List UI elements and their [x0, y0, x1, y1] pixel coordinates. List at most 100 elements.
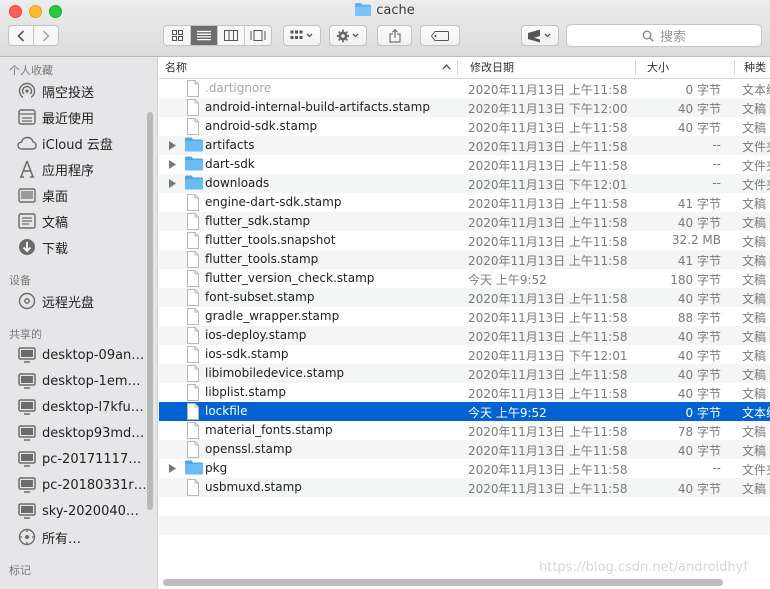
- sidebar-item-shared-computer[interactable]: desktop-1em…: [17, 369, 149, 393]
- sidebar-item-label: desktop-09an…: [42, 347, 145, 363]
- sidebar-item-recents[interactable]: 最近使用: [17, 105, 149, 129]
- sidebar-item-remote-disc[interactable]: 远程光盘: [17, 289, 149, 313]
- sidebar-scrollbar[interactable]: [147, 112, 153, 510]
- file-row[interactable]: font-subset.stamp 2020年11月13日 上午11:58 40 字…: [159, 288, 770, 307]
- folder-row[interactable]: artifacts 2020年11月13日 上午11:58 -- 文件夹: [159, 136, 770, 155]
- column-header-kind[interactable]: 种类: [744, 57, 766, 78]
- chevron-right-icon: [42, 29, 50, 42]
- empty-row: [159, 516, 770, 535]
- sidebar-item-airdrop[interactable]: 隔空投送: [17, 79, 149, 103]
- file-kind: 文稿: [742, 197, 767, 211]
- column-header-date[interactable]: 修改日期: [470, 57, 514, 78]
- list-view-button[interactable]: [191, 26, 218, 45]
- file-kind: 文稿: [742, 121, 767, 135]
- disclosure-triangle-icon[interactable]: [169, 179, 176, 188]
- downloads-icon: [17, 238, 37, 256]
- file-date: 2020年11月13日 上午11:58: [468, 254, 628, 268]
- file-row[interactable]: .dartignore 2020年11月13日 上午11:58 0 字节 文本编辑: [159, 79, 770, 98]
- file-row[interactable]: android-internal-build-artifacts.stamp 20…: [159, 98, 770, 117]
- sidebar-item-label: desktop-1em…: [42, 373, 141, 389]
- column-divider[interactable]: [457, 60, 458, 75]
- file-row[interactable]: libplist.stamp 2020年11月13日 上午11:58 40 字节 文稿: [159, 383, 770, 402]
- forward-button[interactable]: [34, 26, 58, 45]
- sidebar-item-shared-computer[interactable]: desktop-09an…: [17, 343, 149, 367]
- file-kind: 文稿: [742, 482, 767, 496]
- sidebar-item-shared-computer[interactable]: desktop-l7kfu…: [17, 395, 149, 419]
- sidebar-section-shared: 共享的: [9, 328, 42, 341]
- file-kind: 文稿: [742, 387, 767, 401]
- file-row[interactable]: engine-dart-sdk.stamp 2020年11月13日 上午11:58…: [159, 193, 770, 212]
- file-row[interactable]: ios-deploy.stamp 2020年11月13日 上午11:58 40 字节…: [159, 326, 770, 345]
- file-name: openssl.stamp: [205, 442, 293, 456]
- disclosure-triangle-icon[interactable]: [169, 464, 176, 473]
- column-header-name[interactable]: 名称: [165, 57, 187, 78]
- file-list: 名称 修改日期 大小 种类 .dartignore 2020年11月13日 上午1…: [159, 57, 770, 589]
- disclosure-triangle-icon[interactable]: [169, 160, 176, 169]
- file-size: 40 字节: [677, 292, 721, 306]
- file-date: 2020年11月13日 上午11:58: [468, 197, 628, 211]
- file-row[interactable]: libimobiledevice.stamp 2020年11月13日 上午11:5…: [159, 364, 770, 383]
- sidebar-item-icloud-drive[interactable]: iCloud 云盘: [17, 131, 149, 155]
- list-icon: [197, 30, 211, 41]
- sidebar-item-applications[interactable]: 应用程序: [17, 157, 149, 181]
- file-date: 2020年11月13日 上午11:58: [468, 482, 628, 496]
- action-menu-button[interactable]: [329, 25, 367, 46]
- icon-view-button[interactable]: [164, 26, 191, 45]
- folder-row[interactable]: downloads 2020年11月13日 下午12:01 -- 文件夹: [159, 174, 770, 193]
- watermark: https://blog.csdn.net/androidhyf: [539, 560, 748, 575]
- file-size: 40 字节: [677, 387, 721, 401]
- sidebar-item-documents[interactable]: 文稿: [17, 209, 149, 233]
- file-row[interactable]: flutter_version_check.stamp 今天 上午9:52 180 …: [159, 269, 770, 288]
- file-date: 2020年11月13日 上午11:58: [468, 235, 628, 249]
- file-size: 0 字节: [685, 406, 721, 420]
- file-row[interactable]: android-sdk.stamp 2020年11月13日 上午11:58 40 字…: [159, 117, 770, 136]
- file-row[interactable]: flutter_sdk.stamp 2020年11月13日 上午11:58 40 字…: [159, 212, 770, 231]
- monitor-icon: [17, 450, 37, 468]
- share-button[interactable]: [377, 25, 412, 46]
- sidebar-section-devices: 设备: [9, 274, 31, 287]
- gallery-view-button[interactable]: [245, 26, 271, 45]
- sidebar-item-shared-computer[interactable]: pc-20171117o…: [17, 447, 149, 471]
- column-divider[interactable]: [734, 60, 735, 75]
- document-icon: [187, 80, 199, 97]
- column-view-button[interactable]: [218, 26, 245, 45]
- search-input[interactable]: 搜索: [566, 24, 762, 47]
- document-icon: [187, 346, 199, 363]
- document-icon: [187, 213, 199, 230]
- file-name: .dartignore: [205, 81, 272, 95]
- horizontal-scrollbar[interactable]: [163, 579, 723, 586]
- document-icon: [187, 289, 199, 306]
- column-header-size[interactable]: 大小: [647, 57, 669, 78]
- disclosure-triangle-icon[interactable]: [169, 141, 176, 150]
- open-with-app-button[interactable]: [521, 25, 559, 46]
- file-size: 41 字节: [677, 197, 721, 211]
- file-row[interactable]: lockfile 今天 上午9:52 0 字节 文本编辑: [159, 402, 770, 421]
- folder-row[interactable]: dart-sdk 2020年11月13日 上午11:58 -- 文件夹: [159, 155, 770, 174]
- file-row[interactable]: usbmuxd.stamp 2020年11月13日 上午11:58 40 字节 文稿: [159, 478, 770, 497]
- sidebar-item-label: pc-20171117o…: [41, 451, 149, 467]
- back-button[interactable]: [9, 26, 34, 45]
- file-row[interactable]: flutter_tools.stamp 2020年11月13日 上午11:58 41…: [159, 250, 770, 269]
- window-title-text: cache: [376, 3, 415, 18]
- sidebar-item-shared-computer[interactable]: pc-20180331r…: [17, 473, 149, 497]
- sidebar-item-downloads[interactable]: 下载: [17, 235, 149, 259]
- documents-icon: [17, 212, 37, 230]
- file-row[interactable]: material_fonts.stamp 2020年11月13日 上午11:58 7…: [159, 421, 770, 440]
- folder-row[interactable]: pkg 2020年11月13日 上午11:58 -- 文件夹: [159, 459, 770, 478]
- file-kind: 文稿: [742, 330, 767, 344]
- group-by-button[interactable]: [283, 25, 321, 46]
- sidebar-item-shared-computer[interactable]: desktop93md…: [17, 421, 149, 445]
- file-row[interactable]: ios-sdk.stamp 2020年11月13日 下午12:01 40 字节 文稿: [159, 345, 770, 364]
- sidebar-item-all-network[interactable]: 所有…: [17, 525, 149, 549]
- file-row[interactable]: gradle_wrapper.stamp 2020年11月13日 上午11:58 8…: [159, 307, 770, 326]
- file-name: engine-dart-sdk.stamp: [205, 195, 342, 209]
- file-row[interactable]: flutter_tools.snapshot 2020年11月13日 上午11:5…: [159, 231, 770, 250]
- document-icon: [187, 327, 199, 344]
- file-row[interactable]: openssl.stamp 2020年11月13日 上午11:58 40 字节 文稿: [159, 440, 770, 459]
- file-size: 40 字节: [677, 349, 721, 363]
- sidebar-item-desktop[interactable]: 桌面: [17, 183, 149, 207]
- folder-icon: [355, 3, 372, 16]
- column-divider[interactable]: [635, 60, 636, 75]
- edit-tags-button[interactable]: [420, 25, 460, 46]
- sidebar-item-shared-computer[interactable]: sky-2020040…: [17, 499, 149, 523]
